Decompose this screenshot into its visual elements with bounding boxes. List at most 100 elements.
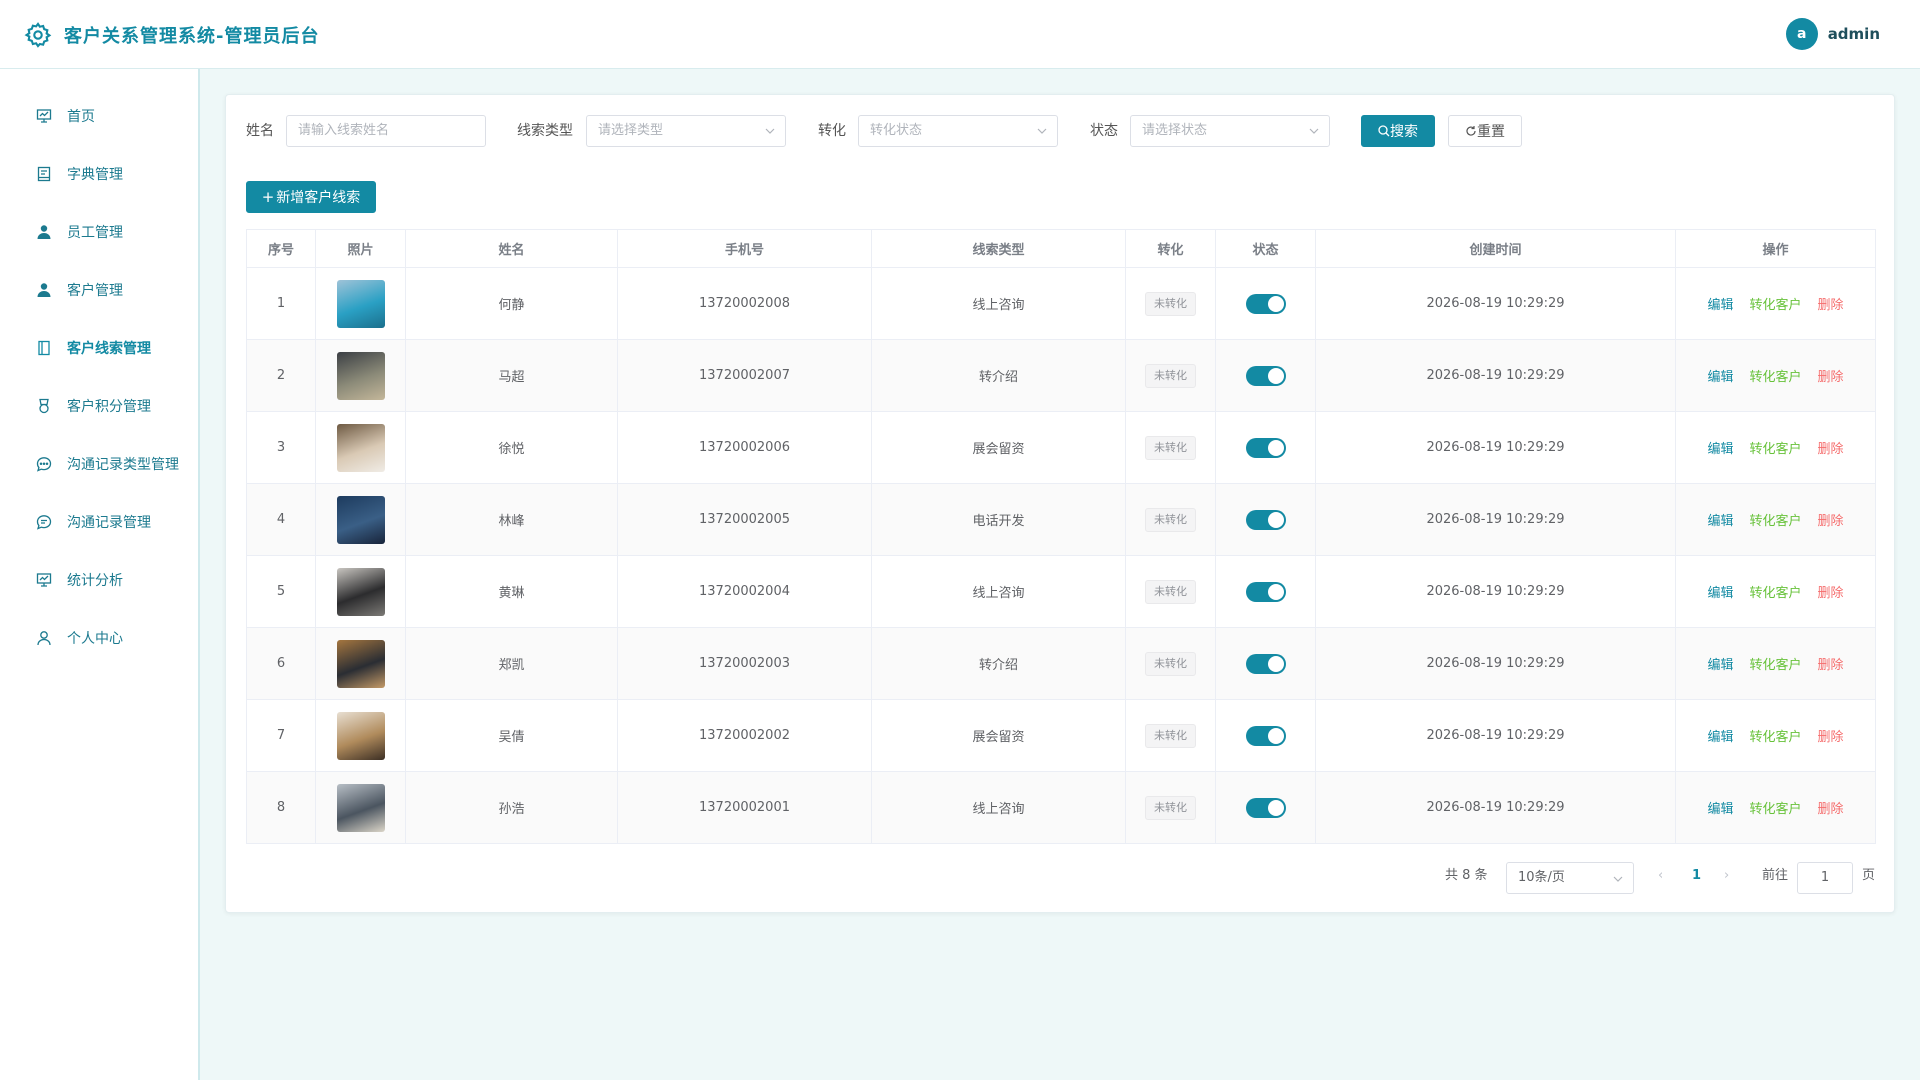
lead-type: 转介绍 bbox=[871, 339, 1126, 412]
delete-link[interactable]: 删除 bbox=[1818, 298, 1844, 313]
convert-customer-link[interactable]: 转化客户 bbox=[1749, 370, 1801, 385]
sidebar-item-label: 个人中心 bbox=[67, 631, 123, 647]
sidebar-item-comm-records[interactable]: 沟通记录管理 bbox=[0, 502, 198, 542]
sidebar-item-customer-leads[interactable]: 客户线索管理 bbox=[0, 328, 198, 368]
edit-link[interactable]: 编辑 bbox=[1707, 730, 1733, 745]
table-row: 6 郑凯 13720002003 转介绍 未转化 2026-08-19 10:2… bbox=[246, 627, 1876, 700]
delete-link[interactable]: 删除 bbox=[1818, 514, 1844, 529]
edit-link[interactable]: 编辑 bbox=[1707, 514, 1733, 529]
convert-customer-link[interactable]: 转化客户 bbox=[1749, 442, 1801, 457]
convert-customer-link[interactable]: 转化客户 bbox=[1749, 802, 1801, 817]
lead-phone: 13720002004 bbox=[617, 555, 872, 628]
add-lead-button[interactable]: + 新增客户线索 bbox=[246, 181, 376, 213]
status-select[interactable]: 请选择状态 bbox=[1130, 115, 1330, 147]
name-search-input[interactable]: 请输入线索姓名 bbox=[286, 115, 486, 147]
row-index: 5 bbox=[246, 555, 316, 628]
delete-link[interactable]: 删除 bbox=[1818, 802, 1844, 817]
column-header: 线索类型 bbox=[871, 229, 1126, 268]
delete-link[interactable]: 删除 bbox=[1818, 730, 1844, 745]
lead-phone: 13720002007 bbox=[617, 339, 872, 412]
sidebar-item-statistics[interactable]: 统计分析 bbox=[0, 560, 198, 600]
sidebar-item-customer-points[interactable]: 客户积分管理 bbox=[0, 386, 198, 426]
status-toggle[interactable] bbox=[1245, 725, 1286, 746]
convert-select[interactable]: 转化状态 bbox=[858, 115, 1058, 147]
status-toggle[interactable] bbox=[1245, 509, 1286, 530]
sidebar-item-home[interactable]: 首页 bbox=[0, 96, 198, 136]
edit-link[interactable]: 编辑 bbox=[1707, 442, 1733, 457]
sidebar-item-label: 客户积分管理 bbox=[67, 399, 151, 415]
status-toggle[interactable] bbox=[1245, 437, 1286, 458]
column-header: 转化 bbox=[1125, 229, 1216, 268]
delete-link[interactable]: 删除 bbox=[1818, 658, 1844, 673]
created-time: 2026-08-19 10:29:29 bbox=[1315, 627, 1676, 700]
user-icon bbox=[37, 225, 51, 239]
convert-customer-link[interactable]: 转化客户 bbox=[1749, 298, 1801, 313]
gear-icon bbox=[24, 22, 52, 48]
total-count: 共 8 条 bbox=[1445, 868, 1488, 883]
sidebar-item-comm-record-types[interactable]: 沟通记录类型管理 bbox=[0, 444, 198, 484]
status-toggle[interactable] bbox=[1245, 797, 1286, 818]
type-select-placeholder: 请选择类型 bbox=[598, 123, 664, 138]
sidebar-item-label: 客户管理 bbox=[67, 283, 123, 299]
created-time: 2026-08-19 10:29:29 bbox=[1315, 483, 1676, 556]
type-select[interactable]: 请选择类型 bbox=[586, 115, 786, 147]
username[interactable]: admin bbox=[1828, 25, 1880, 43]
edit-link[interactable]: 编辑 bbox=[1707, 370, 1733, 385]
convert-customer-link[interactable]: 转化客户 bbox=[1749, 730, 1801, 745]
convert-customer-link[interactable]: 转化客户 bbox=[1749, 586, 1801, 601]
lead-photo bbox=[336, 495, 385, 544]
edit-link[interactable]: 编辑 bbox=[1707, 298, 1733, 313]
lead-type: 线上咨询 bbox=[871, 771, 1126, 844]
reset-button[interactable]: 重置 bbox=[1448, 115, 1522, 147]
lead-type: 展会留资 bbox=[871, 411, 1126, 484]
person-icon bbox=[37, 631, 51, 646]
delete-link[interactable]: 删除 bbox=[1818, 586, 1844, 601]
created-time: 2026-08-19 10:29:29 bbox=[1315, 699, 1676, 772]
lead-photo bbox=[336, 567, 385, 616]
sidebar-item-customers[interactable]: 客户管理 bbox=[0, 270, 198, 310]
created-time: 2026-08-19 10:29:29 bbox=[1315, 339, 1676, 412]
lead-name: 黄琳 bbox=[405, 555, 618, 628]
chevron-down-icon bbox=[1613, 876, 1623, 882]
table-row: 3 徐悦 13720002006 展会留资 未转化 2026-08-19 10:… bbox=[246, 411, 1876, 484]
page-size-select[interactable]: 10条/页 bbox=[1506, 862, 1634, 894]
row-index: 2 bbox=[246, 339, 316, 412]
main-card: 姓名 请输入线索姓名 线索类型 请选择类型 转化 转化状态 状态 请选择状态 搜… bbox=[225, 94, 1895, 913]
chevron-down-icon bbox=[1037, 128, 1047, 134]
lead-photo bbox=[336, 711, 385, 760]
status-toggle[interactable] bbox=[1245, 365, 1286, 386]
medal-icon bbox=[39, 398, 49, 414]
edit-link[interactable]: 编辑 bbox=[1707, 658, 1733, 673]
app-title: 客户关系管理系统-管理员后台 bbox=[64, 26, 320, 47]
convert-select-placeholder: 转化状态 bbox=[870, 123, 923, 138]
status-toggle[interactable] bbox=[1245, 653, 1286, 674]
sidebar-item-profile[interactable]: 个人中心 bbox=[0, 618, 198, 658]
delete-link[interactable]: 删除 bbox=[1818, 370, 1844, 385]
sidebar-item-label: 首页 bbox=[67, 109, 95, 125]
column-header: 操作 bbox=[1675, 229, 1876, 268]
delete-link[interactable]: 删除 bbox=[1818, 442, 1844, 457]
next-page-button[interactable]: › bbox=[1724, 861, 1729, 891]
sidebar-item-dictionary[interactable]: 字典管理 bbox=[0, 154, 198, 194]
row-index: 6 bbox=[246, 627, 316, 700]
status-toggle[interactable] bbox=[1245, 293, 1286, 314]
row-index: 1 bbox=[246, 267, 316, 340]
status-toggle[interactable] bbox=[1245, 581, 1286, 602]
convert-customer-link[interactable]: 转化客户 bbox=[1749, 514, 1801, 529]
lead-name: 马超 bbox=[405, 339, 618, 412]
sidebar-item-employees[interactable]: 员工管理 bbox=[0, 212, 198, 252]
search-button[interactable]: 搜索 bbox=[1361, 115, 1435, 147]
avatar[interactable]: a bbox=[1785, 18, 1818, 50]
status-filter-label: 状态 bbox=[1090, 123, 1118, 139]
dashboard-icon bbox=[36, 109, 52, 123]
edit-link[interactable]: 编辑 bbox=[1707, 802, 1733, 817]
edit-link[interactable]: 编辑 bbox=[1707, 586, 1733, 601]
lead-type: 线上咨询 bbox=[871, 555, 1126, 628]
table-row: 4 林峰 13720002005 电话开发 未转化 2026-08-19 10:… bbox=[246, 483, 1876, 556]
convert-customer-link[interactable]: 转化客户 bbox=[1749, 658, 1801, 673]
prev-page-button[interactable]: ‹ bbox=[1658, 861, 1663, 891]
table-header-row: 序号 照片 姓名 手机号 线索类型 转化 状态 创建时间 操作 bbox=[246, 229, 1876, 268]
page-number-current[interactable]: 1 bbox=[1692, 861, 1701, 891]
user-menu[interactable]: a admin bbox=[1785, 18, 1880, 50]
goto-page-input[interactable]: 1 bbox=[1797, 862, 1853, 894]
